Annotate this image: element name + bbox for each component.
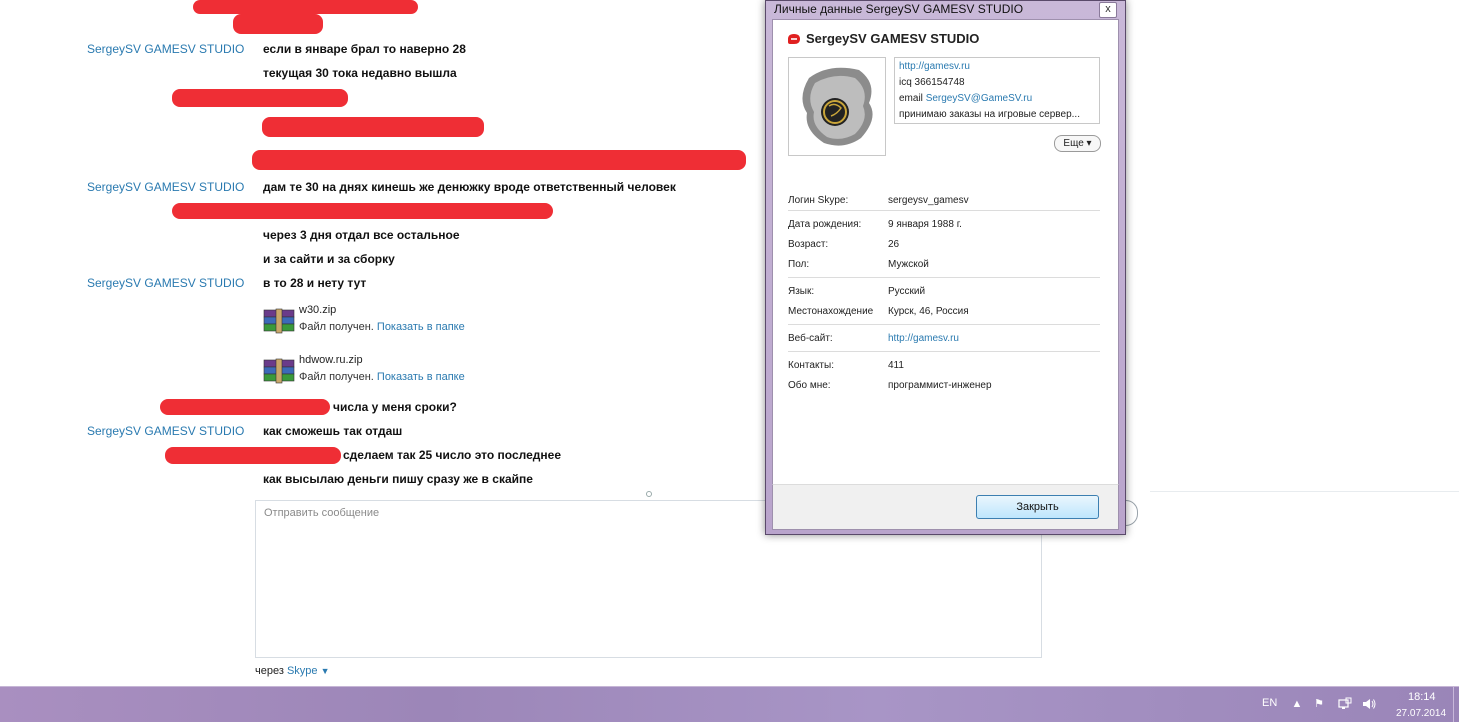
show-in-folder-link[interactable]: Показать в папке [377, 321, 465, 333]
chat-area: SergeySV GAMESV STUDIO если в январе бра… [0, 0, 1459, 686]
winrar-archive-icon[interactable] [263, 306, 295, 336]
close-button[interactable]: Закрыть [976, 495, 1099, 519]
message-sender[interactable]: SergeySV GAMESV STUDIO [87, 180, 244, 194]
avatar [788, 57, 886, 156]
show-in-folder-link[interactable]: Показать в папке [377, 371, 465, 383]
message-text: сделаем так 25 число это последнее [343, 448, 562, 462]
redaction-mark [262, 117, 484, 137]
profile-dialog: Личные данные SergeySV GAMESV STUDIO x S… [765, 0, 1126, 535]
file-name: w30.zip [299, 304, 337, 316]
redaction-mark [172, 89, 348, 107]
mood-email: email SergeySV@GameSV.ru [899, 93, 1033, 104]
divider [788, 324, 1100, 325]
mood-message: http://gamesv.ru icq 366154748 email Ser… [894, 57, 1100, 124]
message-sender[interactable]: SergeySV GAMESV STUDIO [87, 276, 244, 290]
show-hidden-icons-icon[interactable]: ▲ [1290, 697, 1304, 711]
winrar-archive-icon[interactable] [263, 356, 295, 386]
resize-handle[interactable] [646, 491, 652, 497]
via-service[interactable]: Skype [287, 665, 318, 677]
message-text: как сможешь так отдаш [263, 424, 403, 438]
message-text: в то 28 и нету тут [263, 276, 367, 290]
send-via[interactable]: через Skype ▼ [255, 665, 330, 677]
message-text: и за сайти и за сборку [263, 252, 395, 266]
clock-time[interactable]: 18:14 [1408, 691, 1436, 703]
clock-date[interactable]: 27.07.2014 [1396, 708, 1446, 719]
dialog-body: SergeySV GAMESV STUDIO http://gamesv.ru … [772, 19, 1119, 485]
mood-icq: icq 366154748 [899, 77, 965, 88]
dialog-title: Личные данные SergeySV GAMESV STUDIO [774, 2, 1024, 16]
profile-name: SergeySV GAMESV STUDIO [806, 31, 980, 46]
chevron-down-icon[interactable]: ▼ [321, 666, 330, 676]
file-name: hdwow.ru.zip [299, 354, 363, 366]
redaction-mark [172, 203, 553, 219]
mood-link[interactable]: http://gamesv.ru [899, 61, 970, 72]
message-sender[interactable]: SergeySV GAMESV STUDIO [87, 424, 244, 438]
more-button[interactable]: Еще ▾ [1054, 135, 1101, 152]
close-icon[interactable]: x [1099, 2, 1117, 18]
message-text: как высылаю деньги пишу сразу же в скайп… [263, 472, 533, 486]
divider [788, 351, 1100, 352]
dialog-footer: Закрыть [772, 484, 1119, 530]
message-text: текущая 30 тока недавно вышла [263, 66, 457, 80]
mood-note: принимаю заказы на игровые сервер... [899, 109, 1080, 120]
redaction-mark [233, 14, 323, 34]
message-sender[interactable]: SergeySV GAMESV STUDIO [87, 42, 244, 56]
skype-status-icon [788, 34, 800, 44]
taskbar: EN ▲ ⚑ 18:14 27.07.2014 [0, 686, 1459, 722]
redaction-mark [193, 0, 418, 14]
divider [788, 210, 1100, 211]
message-text: если в январе брал то наверно 28 [263, 42, 466, 56]
dragon-logo-icon [802, 67, 873, 146]
message-text: через 3 дня отдал все остальное [263, 228, 460, 242]
message-text: числа у меня сроки? [333, 400, 457, 414]
redaction-mark [252, 150, 746, 170]
redaction-mark [165, 447, 341, 464]
chevron-down-icon: ▾ [1086, 138, 1092, 149]
website-link[interactable]: http://gamesv.ru [888, 333, 959, 344]
action-center-flag-icon[interactable]: ⚑ [1312, 697, 1326, 711]
redaction-mark [160, 399, 330, 415]
volume-icon[interactable] [1362, 697, 1376, 711]
email-link[interactable]: SergeySV@GameSV.ru [926, 93, 1033, 104]
file-status: Файл получен. Показать в папке [299, 371, 465, 383]
file-status: Файл получен. Показать в папке [299, 321, 465, 333]
language-indicator[interactable]: EN [1262, 697, 1277, 709]
divider [788, 277, 1100, 278]
network-icon[interactable] [1338, 697, 1352, 711]
message-text: дам те 30 на днях кинешь же денюжку врод… [263, 180, 676, 194]
show-desktop-button[interactable] [1453, 687, 1459, 722]
divider [1150, 491, 1459, 492]
via-label: через [255, 665, 284, 677]
